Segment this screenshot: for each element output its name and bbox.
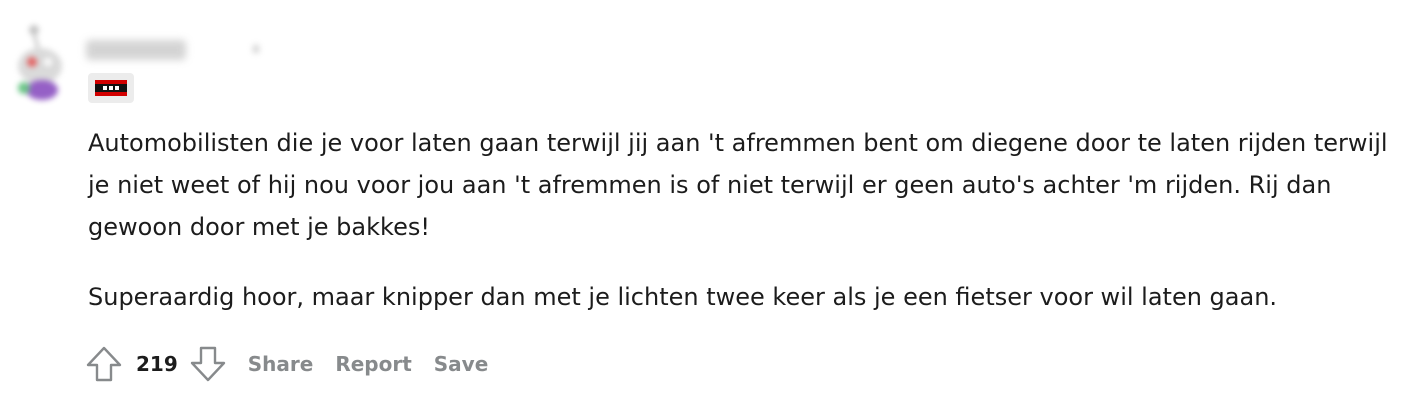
downvote-arrow-icon	[190, 346, 225, 382]
upvote-button[interactable]	[84, 344, 124, 384]
comment-action-bar: 219 Share Report Save	[84, 342, 488, 386]
snoo-avatar-icon	[18, 25, 62, 100]
upvote-arrow-icon	[86, 346, 122, 382]
comment-paragraph-1: Automobilisten die je voor laten gaan te…	[88, 129, 1388, 241]
share-button[interactable]: Share	[248, 352, 314, 376]
comment: Automobilisten die je voor laten gaan te…	[0, 0, 1408, 418]
comment-body: Automobilisten die je voor laten gaan te…	[88, 122, 1388, 346]
username-suffix-redacted	[252, 44, 260, 54]
comment-paragraph-2: Superaardig hoor, maar knipper dan met j…	[88, 283, 1278, 311]
avatar[interactable]	[16, 22, 66, 100]
save-button[interactable]: Save	[434, 352, 489, 376]
username-redacted[interactable]	[86, 40, 186, 60]
vote-score: 219	[136, 352, 178, 376]
report-button[interactable]: Report	[335, 352, 411, 376]
user-flair	[88, 73, 134, 103]
downvote-button[interactable]	[188, 344, 228, 384]
amsterdam-flag-icon	[95, 80, 127, 96]
